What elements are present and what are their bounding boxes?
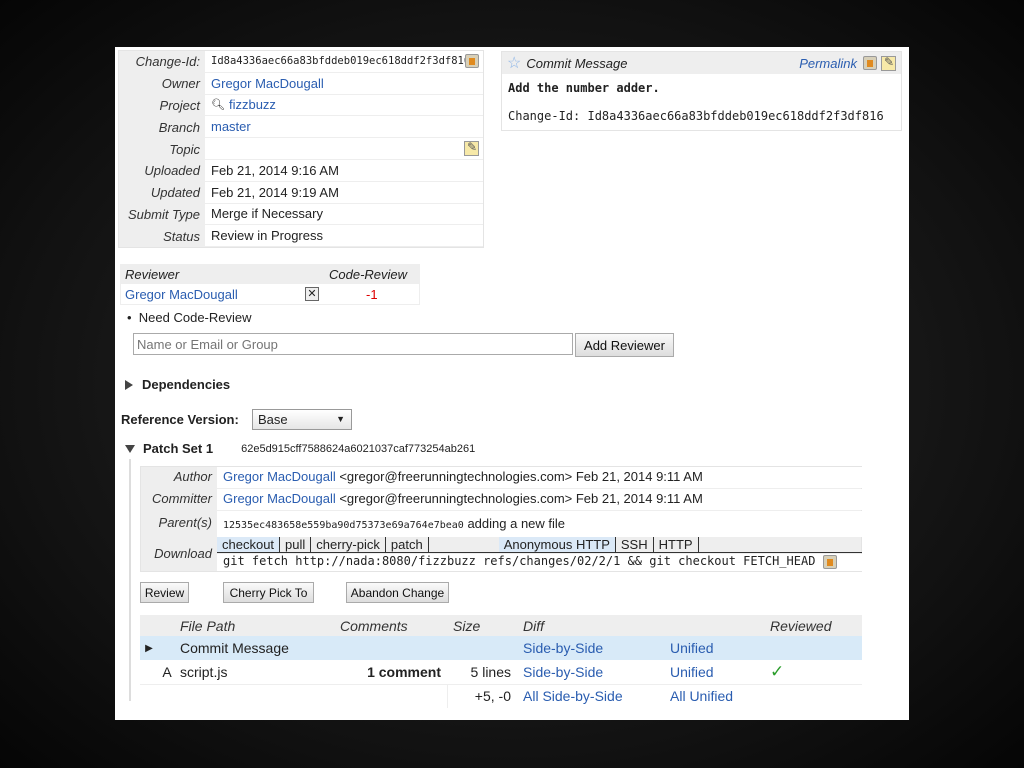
protocol-tab-ssh[interactable]: SSH	[616, 537, 654, 552]
files-table: File Path Comments Size Diff Reviewed ▶ …	[140, 615, 862, 708]
permalink[interactable]: Permalink	[799, 56, 857, 71]
file-path-link[interactable]: script.js	[180, 664, 227, 680]
all-side-by-side-link[interactable]: All Side-by-Side	[523, 688, 623, 704]
dropdown-arrow-icon: ▼	[336, 414, 345, 424]
file-size: 5 lines	[470, 663, 511, 680]
edit-message-icon[interactable]	[881, 55, 896, 71]
parent-message: adding a new file	[467, 516, 566, 531]
patch-set-info: Author Gregor MacDougall <gregor@freerun…	[140, 466, 862, 572]
download-command-field[interactable]: git fetch http://nada:8080/fizzbuzz refs…	[217, 554, 862, 571]
branch-label: Branch	[158, 119, 200, 135]
reviewed-header: Reviewed	[770, 617, 832, 634]
author-link[interactable]: Gregor MacDougall	[223, 469, 336, 484]
diff-header: Diff	[523, 617, 544, 634]
status-label: Status	[163, 228, 200, 244]
file-row[interactable]: ▶ Commit Message Side-by-Side Unified	[140, 636, 862, 660]
download-tab-cherry-pick[interactable]: cherry-pick	[311, 537, 386, 552]
change-info-table: Change-Id: Id8a4336aec66a83bfddeb019ec618…	[118, 50, 484, 249]
dependencies-toggle[interactable]: Dependencies	[125, 377, 230, 392]
file-path-link[interactable]: Commit Message	[180, 640, 289, 656]
change-page: Change-Id: Id8a4336aec66a83bfddeb019ec618…	[115, 47, 909, 720]
add-reviewer-button[interactable]: Add Reviewer	[575, 333, 674, 357]
author-label: Author	[173, 469, 212, 484]
status-value: Review in Progress	[205, 225, 483, 248]
review-button[interactable]: Review	[140, 582, 189, 603]
reviewer-link[interactable]: Gregor MacDougall	[121, 287, 305, 302]
copy-icon[interactable]	[863, 56, 877, 70]
updated-label: Updated	[150, 185, 200, 201]
patch-set-header[interactable]: Patch Set 1 62e5d915cff7588624a6021037ca…	[125, 441, 475, 456]
uploaded-label: Uploaded	[144, 163, 200, 179]
file-status: A	[162, 663, 172, 680]
protocol-tab-anonymous-http[interactable]: Anonymous HTTP	[498, 537, 616, 552]
file-comments: 1 comment	[367, 663, 441, 680]
collapse-icon	[125, 444, 135, 453]
side-by-side-link[interactable]: Side-by-Side	[523, 664, 603, 680]
parents-label: Parent(s)	[158, 515, 212, 530]
commit-change-id: Change-Id: Id8a4336aec66a83bfddeb019ec61…	[508, 109, 884, 123]
reviewer-header: Reviewer	[125, 267, 180, 282]
download-tab-pull[interactable]: pull	[280, 537, 312, 552]
committer-label: Committer	[152, 491, 212, 506]
owner-link[interactable]: Gregor MacDougall	[211, 76, 324, 91]
copy-icon[interactable]	[465, 54, 479, 69]
commit-message-panel: ☆ Commit Message Permalink Add the numbe…	[501, 51, 902, 131]
change-id-value: Id8a4336aec66a83bfddeb019ec618ddf2f3df81…	[211, 55, 471, 68]
owner-label: Owner	[161, 76, 200, 92]
download-tabs: checkout pull cherry-pick patch Anonymou…	[217, 537, 862, 553]
search-icon[interactable]: 🔍︎	[211, 98, 225, 111]
copy-icon[interactable]	[822, 554, 837, 569]
files-total-row: +5, -0 All Side-by-Side All Unified	[140, 684, 862, 708]
branch-link[interactable]: master	[211, 119, 251, 134]
reference-version-value: Base	[258, 412, 288, 427]
all-unified-link[interactable]: All Unified	[670, 688, 733, 704]
side-by-side-link[interactable]: Side-by-Side	[523, 640, 603, 656]
file-row[interactable]: A script.js 1 comment 5 lines Side-by-Si…	[140, 660, 862, 684]
file-path-header: File Path	[180, 617, 236, 634]
project-label: Project	[159, 97, 200, 113]
need-code-review: • Need Code-Review	[127, 310, 252, 325]
topic-label: Topic	[169, 141, 200, 157]
size-header: Size	[453, 617, 481, 634]
reviewer-input[interactable]	[133, 333, 573, 355]
total-size: +5, -0	[446, 684, 517, 708]
author-details: <gregor@freerunningtechnologies.com> Feb…	[339, 469, 703, 484]
comments-header: Comments	[340, 617, 408, 634]
code-review-score: -1	[366, 286, 378, 302]
updated-value: Feb 21, 2014 9:19 AM	[205, 181, 483, 204]
uploaded-value: Feb 21, 2014 9:16 AM	[205, 159, 483, 182]
download-label: Download	[154, 546, 212, 561]
star-icon[interactable]: ☆	[507, 53, 521, 73]
commit-message-title: Commit Message	[526, 55, 628, 71]
remove-reviewer-icon[interactable]: ✕	[305, 287, 319, 301]
commit-subject: Add the number adder.	[508, 81, 660, 95]
reference-version-label: Reference Version:	[121, 412, 239, 427]
patch-set-hash: 62e5d915cff7588624a6021037caf773254ab261	[241, 442, 476, 455]
row-pointer-icon: ▶	[145, 642, 153, 654]
patch-set-divider	[129, 459, 131, 701]
code-review-header: Code-Review	[329, 267, 408, 282]
change-id-label: Change-Id:	[135, 54, 200, 70]
patch-set-title: Patch Set 1	[143, 441, 214, 456]
submit-type-label: Submit Type	[127, 206, 200, 222]
abandon-change-button[interactable]: Abandon Change	[346, 582, 449, 603]
dependencies-label: Dependencies	[142, 377, 231, 392]
parent-hash-link[interactable]: 12535ec483658e559ba90d75373e69a764e7bea0	[223, 520, 464, 531]
project-link[interactable]: fizzbuzz	[229, 97, 276, 112]
download-tab-checkout[interactable]: checkout	[217, 537, 281, 552]
reference-version-select[interactable]: Base ▼	[252, 409, 352, 430]
expand-icon	[125, 379, 133, 390]
unified-link[interactable]: Unified	[670, 640, 714, 656]
reviewed-checkmark-icon[interactable]: ✓	[764, 660, 862, 684]
protocol-tab-http[interactable]: HTTP	[654, 537, 699, 552]
download-command: git fetch http://nada:8080/fizzbuzz refs…	[223, 554, 816, 568]
unified-link[interactable]: Unified	[670, 664, 714, 680]
committer-link[interactable]: Gregor MacDougall	[223, 491, 336, 506]
committer-details: <gregor@freerunningtechnologies.com> Feb…	[339, 491, 703, 506]
submit-type-value: Merge if Necessary	[205, 203, 483, 226]
download-tab-patch[interactable]: patch	[386, 537, 429, 552]
reviewers-table: Reviewer Code-Review Gregor MacDougall ✕…	[120, 264, 420, 305]
cherry-pick-button[interactable]: Cherry Pick To	[223, 582, 314, 603]
edit-topic-icon[interactable]	[464, 140, 479, 157]
